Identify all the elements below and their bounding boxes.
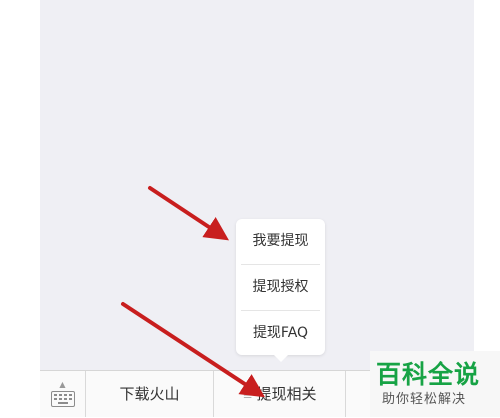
caret-up-icon: ▲ [59, 379, 66, 389]
watermark: 百科全说 助你轻松解决 [370, 351, 500, 417]
menu-label: 提现相关 [256, 385, 317, 403]
submenu-item-withdraw-authorization[interactable]: 提现授权 [241, 264, 320, 310]
keyboard-toggle-button[interactable]: ▲ [40, 371, 86, 417]
submenu-popup: 我要提现 提现授权 提现FAQ [236, 219, 325, 362]
watermark-tagline: 助你轻松解决 [382, 392, 467, 407]
menu-withdraw-related[interactable]: ≡ 提现相关 [214, 371, 346, 417]
menu-download-huoshan[interactable]: 下载火山 [86, 371, 214, 417]
submenu-item-withdraw[interactable]: 我要提现 [241, 219, 320, 264]
watermark-logo: 百科全说 [376, 360, 481, 389]
submenu-item-withdraw-faq[interactable]: 提现FAQ [241, 310, 320, 356]
menu-label: 下载火山 [119, 385, 180, 403]
menu-list-icon: ≡ [242, 388, 253, 402]
keyboard-icon [50, 390, 75, 407]
